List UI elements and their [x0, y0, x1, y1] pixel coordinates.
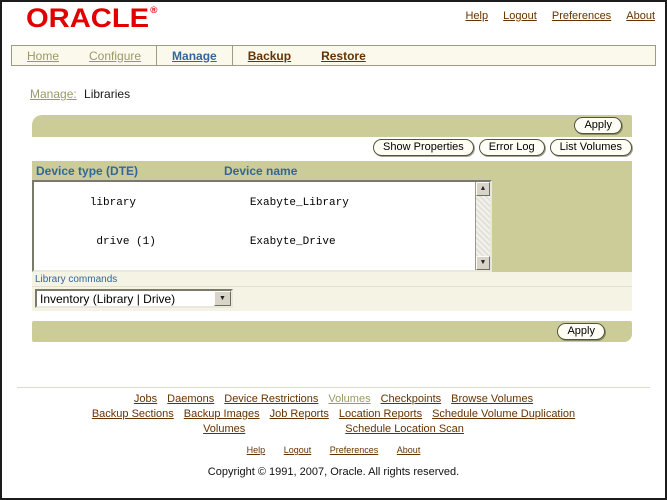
footer-link-daemons[interactable]: Daemons: [167, 393, 214, 405]
footer-link-device-restrictions[interactable]: Device Restrictions: [224, 393, 318, 405]
column-header-device-type: Device type (DTE): [36, 163, 139, 178]
column-header-device-name: Device name: [224, 163, 298, 178]
device-listbox[interactable]: library Exabyte_Library drive (1) Exabyte_…: [32, 180, 492, 272]
header: ORACLE® Help Logout Preferences About: [2, 2, 665, 45]
footer-link-checkpoints[interactable]: Checkpoints: [381, 393, 442, 405]
tab-backup-label: Backup: [247, 48, 292, 63]
footer-link-volumes-current[interactable]: Volumes: [328, 393, 370, 405]
header-links: Help Logout Preferences About: [453, 10, 655, 22]
device-row-library[interactable]: library Exabyte_Library: [37, 184, 472, 223]
device-type-cell: drive (1): [89, 236, 156, 248]
footer-small-links: Help Logout Preferences About: [2, 445, 665, 455]
scroll-down-icon[interactable]: ▼: [476, 256, 490, 270]
tab-bar: Home Configure Manage Backup Restore: [11, 45, 656, 66]
tab-manage[interactable]: Manage: [156, 46, 233, 65]
device-type-cell: library: [89, 197, 137, 209]
tab-configure-label: Configure: [89, 48, 142, 63]
tab-home-label: Home: [27, 48, 60, 63]
action-buttons-row: Show Properties Error Log List Volumes: [32, 139, 632, 159]
tab-manage-label: Manage: [172, 48, 217, 63]
list-volumes-button[interactable]: List Volumes: [549, 139, 632, 156]
oracle-secure-backup-page: { "brand": { "logo": "ORACLE", "register…: [0, 0, 667, 500]
footer-link-schedule-location-scan[interactable]: Schedule Location Scan: [345, 422, 464, 437]
footer-link-browse-volumes[interactable]: Browse Volumes: [451, 393, 533, 405]
breadcrumb-manage-link[interactable]: Manage:: [30, 87, 77, 101]
footer-links-row-2: Backup Sections Backup Images Job Reports L…: [2, 407, 665, 422]
footer-link-job-reports[interactable]: Job Reports: [270, 408, 329, 420]
device-panel: Device type (DTE) Device name library Exa…: [32, 161, 632, 272]
preferences-link[interactable]: Preferences: [552, 10, 611, 22]
tab-home[interactable]: Home: [12, 46, 74, 65]
chevron-down-icon[interactable]: ▼: [214, 291, 231, 306]
footer-preferences-link[interactable]: Preferences: [330, 445, 379, 455]
oracle-logo-text: ORACLE: [26, 3, 150, 33]
tab-configure[interactable]: Configure: [74, 46, 156, 65]
registered-mark: ®: [150, 5, 158, 15]
device-table-header: Device type (DTE) Device name: [32, 161, 632, 180]
device-row-drive[interactable]: drive (1) Exabyte_Drive: [37, 223, 472, 262]
logout-link[interactable]: Logout: [503, 10, 537, 22]
footer-link-backup-images[interactable]: Backup Images: [184, 408, 260, 420]
copyright-notice: Copyright © 1991, 2007, Oracle. All righ…: [207, 466, 460, 478]
bottom-action-bar: Apply: [32, 321, 632, 342]
footer-links-row-3: Volumes Schedule Location Scan: [2, 422, 665, 437]
show-properties-button[interactable]: Show Properties: [373, 139, 474, 156]
footer-links: Jobs Daemons Device Restrictions Volumes Che…: [2, 392, 665, 437]
footer-link-location-reports[interactable]: Location Reports: [339, 408, 422, 420]
footer-link-backup-sections[interactable]: Backup Sections: [92, 408, 174, 420]
error-log-button[interactable]: Error Log: [478, 139, 545, 156]
library-commands-label: Library commands: [32, 272, 632, 287]
footer-link-volumes[interactable]: Volumes: [203, 422, 245, 437]
library-commands-row: Inventory (Library | Drive) ▼: [32, 287, 632, 311]
help-link[interactable]: Help: [465, 10, 488, 22]
footer-about-link[interactable]: About: [397, 445, 421, 455]
scroll-up-icon[interactable]: ▲: [476, 182, 490, 196]
footer-links-row-1: Jobs Daemons Device Restrictions Volumes Che…: [2, 392, 665, 407]
device-name-cell: Exabyte_Drive: [249, 236, 336, 248]
footer-link-jobs[interactable]: Jobs: [134, 393, 157, 405]
listbox-scrollbar[interactable]: ▲ ▼: [475, 182, 490, 270]
footer-help-link[interactable]: Help: [247, 445, 266, 455]
footer-divider: [17, 387, 650, 388]
library-commands-select[interactable]: Inventory (Library | Drive) ▼: [35, 289, 233, 308]
tab-restore[interactable]: Restore: [306, 46, 381, 65]
tab-restore-label: Restore: [321, 48, 366, 63]
breadcrumb-current-page: Libraries: [84, 87, 131, 101]
footer-link-schedule-volume-duplication[interactable]: Schedule Volume Duplication: [432, 408, 575, 420]
apply-button-bottom[interactable]: Apply: [557, 323, 605, 340]
footer-logout-link[interactable]: Logout: [284, 445, 312, 455]
selected-command-value: Inventory (Library | Drive): [40, 291, 176, 306]
breadcrumb: Manage: Libraries: [30, 87, 665, 101]
oracle-logo: ORACLE®: [26, 3, 157, 34]
top-action-bar: Apply: [32, 115, 632, 137]
main-content: Apply Show Properties Error Log List Vol…: [32, 115, 632, 342]
device-name-cell: Exabyte_Library: [249, 197, 349, 209]
about-link[interactable]: About: [626, 10, 655, 22]
apply-button-top[interactable]: Apply: [574, 117, 622, 134]
tab-backup[interactable]: Backup: [233, 46, 306, 65]
